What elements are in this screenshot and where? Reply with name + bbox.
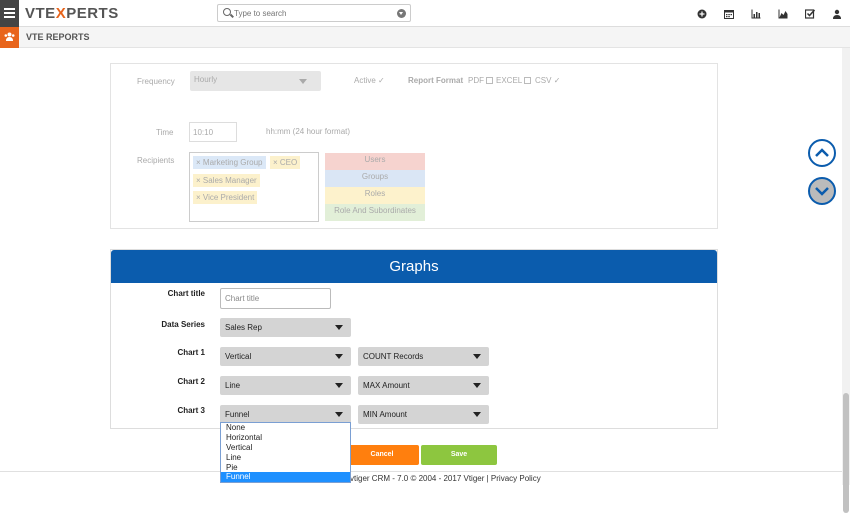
hamburger-menu-icon[interactable]: [0, 0, 19, 27]
recipient-type-groups[interactable]: Groups: [325, 170, 425, 187]
chart3-label: Chart 3: [177, 406, 205, 415]
format-pdf[interactable]: PDF: [468, 76, 495, 85]
recipient-tag[interactable]: × CEO: [270, 156, 301, 169]
module-header: VTE REPORTS: [0, 27, 850, 48]
chart3-measure-select[interactable]: MIN Amount: [358, 405, 489, 424]
chevron-down-icon: [473, 383, 481, 388]
data-series-value: Sales Rep: [225, 323, 262, 332]
recipients-box[interactable]: × Marketing Group × CEO × Sales Manager …: [189, 152, 319, 222]
frequency-select[interactable]: Hourly: [190, 71, 321, 91]
cancel-button[interactable]: Cancel: [345, 445, 419, 465]
vtexperts-logo[interactable]: VTEXPERTS: [25, 5, 119, 22]
search-input[interactable]: [234, 7, 394, 19]
chart1-measure-value: COUNT Records: [363, 352, 424, 361]
search-icon: [223, 8, 231, 16]
checkbox-excel[interactable]: [524, 77, 532, 85]
chart2-measure-value: MAX Amount: [363, 381, 410, 390]
chart3-type-dropdown[interactable]: None Horizontal Vertical Line Pie Funnel: [220, 422, 351, 483]
scroll-down-button[interactable]: [808, 177, 836, 205]
dropdown-option-funnel[interactable]: Funnel: [221, 472, 350, 483]
frequency-value: Hourly: [194, 75, 218, 84]
header-actions: [697, 6, 842, 22]
format-excel[interactable]: EXCEL: [496, 76, 533, 85]
active-toggle[interactable]: Active ✓: [354, 76, 385, 85]
reports-module-icon[interactable]: [0, 27, 19, 48]
footer-text: vtiger CRM - 7.0 © 2004 - 2017 Vtiger | …: [350, 474, 541, 483]
chart-title-input[interactable]: Chart title: [220, 288, 331, 309]
bar-chart-icon[interactable]: [751, 9, 761, 19]
page-scrollbar[interactable]: [842, 48, 850, 513]
checkbox-pdf[interactable]: [486, 77, 493, 85]
frequency-label: Frequency: [137, 77, 175, 86]
chevron-down-icon: [815, 187, 829, 196]
plus-circle-icon[interactable]: [697, 9, 707, 19]
recipient-type-list: Users Groups Roles Role And Subordinates: [325, 153, 425, 221]
chart2-type-select[interactable]: Line: [220, 376, 351, 395]
graphs-header: Graphs: [111, 250, 717, 283]
chart2-measure-select[interactable]: MAX Amount: [358, 376, 489, 395]
data-series-label: Data Series: [161, 320, 205, 329]
chevron-down-icon: [299, 79, 307, 84]
time-label: Time: [156, 128, 174, 137]
format-csv[interactable]: CSV ✓: [535, 76, 560, 85]
remove-icon[interactable]: ×: [196, 193, 201, 202]
dropdown-option-pie[interactable]: Pie: [221, 463, 350, 473]
recipient-tag[interactable]: × Vice President: [193, 191, 258, 204]
chart1-measure-select[interactable]: COUNT Records: [358, 347, 489, 366]
recipient-type-role-subordinates[interactable]: Role And Subordinates: [325, 204, 425, 221]
chevron-down-icon: [473, 412, 481, 417]
calendar-icon[interactable]: [724, 9, 734, 19]
checkbox-icon[interactable]: [804, 9, 816, 19]
dropdown-option-none[interactable]: None: [221, 423, 350, 433]
scroll-up-button[interactable]: [808, 139, 836, 167]
remove-icon[interactable]: ×: [196, 158, 201, 167]
user-icon[interactable]: [832, 9, 842, 19]
module-title[interactable]: VTE REPORTS: [26, 32, 90, 42]
graphs-section: Graphs Chart title Chart title Data Seri…: [110, 249, 718, 429]
chevron-down-icon: [473, 354, 481, 359]
check-icon: ✓: [378, 76, 385, 85]
chevron-up-icon: [815, 148, 829, 157]
recipients-label: Recipients: [137, 156, 175, 165]
schedule-section: Frequency Hourly Active ✓ Report Format …: [110, 63, 718, 229]
chart1-type-select[interactable]: Vertical: [220, 347, 351, 366]
footer: vtiger CRM - 7.0 © 2004 - 2017 Vtiger | …: [0, 471, 842, 485]
dropdown-option-horizontal[interactable]: Horizontal: [221, 433, 350, 443]
graphs-title: Graphs: [389, 258, 439, 275]
remove-icon[interactable]: ×: [273, 158, 278, 167]
chevron-down-icon: [335, 412, 343, 417]
save-button[interactable]: Save: [421, 445, 497, 465]
recipient-type-users[interactable]: Users: [325, 153, 425, 170]
data-series-select[interactable]: Sales Rep: [220, 318, 351, 337]
top-navbar: VTEXPERTS: [0, 0, 850, 27]
chart2-type-value: Line: [225, 381, 241, 390]
chart3-measure-value: MIN Amount: [363, 410, 408, 419]
global-search[interactable]: [217, 4, 411, 22]
time-hint: hh:mm (24 hour format): [266, 127, 351, 136]
dropdown-option-line[interactable]: Line: [221, 453, 350, 463]
area-chart-icon[interactable]: [778, 9, 788, 19]
dropdown-option-vertical[interactable]: Vertical: [221, 443, 350, 453]
report-format-label: Report Format: [408, 76, 464, 85]
chart-title-label: Chart title: [167, 289, 205, 298]
chart3-type-value: Funnel: [225, 410, 250, 419]
recipient-type-roles[interactable]: Roles: [325, 187, 425, 204]
chart1-type-value: Vertical: [225, 352, 252, 361]
chart2-label: Chart 2: [177, 377, 205, 386]
time-input[interactable]: 10:10: [189, 122, 237, 142]
remove-icon[interactable]: ×: [196, 176, 201, 185]
chevron-down-icon: [335, 325, 343, 330]
chevron-down-icon: [335, 354, 343, 359]
chevron-down-icon: [335, 383, 343, 388]
scrollbar-thumb[interactable]: [843, 393, 849, 513]
search-options-icon[interactable]: [397, 9, 406, 18]
chart1-label: Chart 1: [177, 348, 205, 357]
recipient-tag[interactable]: × Marketing Group: [193, 156, 266, 169]
check-icon: ✓: [553, 76, 561, 85]
recipient-tag[interactable]: × Sales Manager: [193, 174, 260, 187]
